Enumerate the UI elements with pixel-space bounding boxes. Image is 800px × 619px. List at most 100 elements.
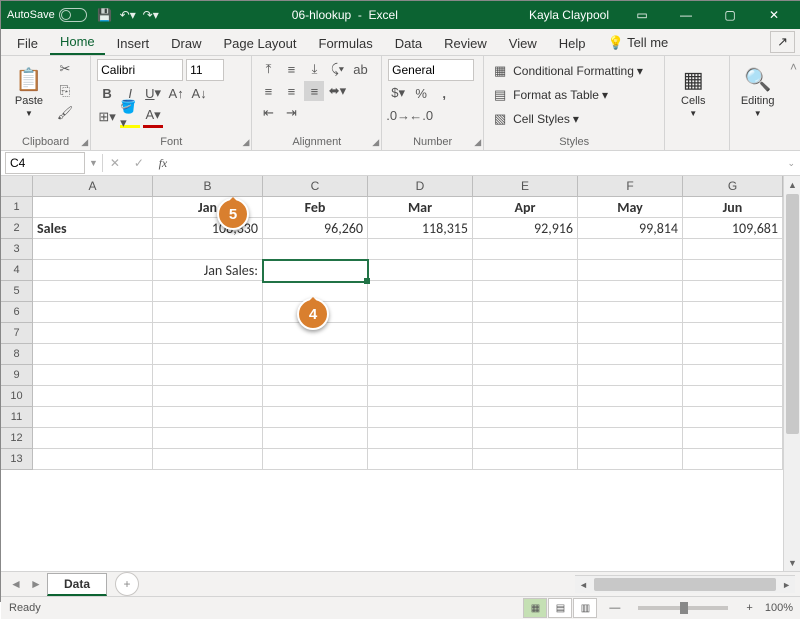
grow-font-icon[interactable]: A↑ (166, 83, 186, 103)
cell[interactable] (33, 344, 153, 365)
bold-icon[interactable]: B (97, 83, 117, 103)
cell[interactable] (578, 344, 683, 365)
minimize-button[interactable]: — (665, 1, 707, 29)
tab-help[interactable]: Help (549, 32, 596, 55)
number-format-select[interactable] (388, 59, 474, 81)
zoom-in-button[interactable]: + (746, 602, 752, 614)
copy-icon[interactable]: ⎘ (55, 81, 75, 101)
tab-formulas[interactable]: Formulas (309, 32, 383, 55)
page-layout-view-button[interactable]: ▤ (548, 598, 572, 618)
row-header[interactable]: 2 (1, 218, 33, 239)
sheet-nav-next-icon[interactable]: ► (27, 577, 45, 591)
cell[interactable] (263, 449, 368, 470)
cell[interactable] (578, 407, 683, 428)
cell[interactable] (473, 386, 578, 407)
cell[interactable] (473, 428, 578, 449)
redo-icon[interactable]: ↷▾ (141, 5, 161, 25)
cell[interactable] (153, 323, 263, 344)
cell[interactable] (578, 239, 683, 260)
cell[interactable] (683, 407, 783, 428)
cell[interactable] (153, 281, 263, 302)
percent-icon[interactable]: % (411, 83, 431, 103)
cell[interactable] (33, 365, 153, 386)
font-color-icon[interactable]: A▾ (143, 105, 163, 128)
sheet-tab[interactable]: Data (47, 573, 107, 596)
cell[interactable]: 92,916 (473, 218, 578, 239)
row-header[interactable]: 6 (1, 302, 33, 323)
col-header[interactable]: F (578, 176, 683, 197)
expand-formula-bar-icon[interactable]: ⌄ (787, 158, 795, 169)
cell[interactable] (368, 239, 473, 260)
cell[interactable] (683, 344, 783, 365)
cell[interactable] (263, 365, 368, 386)
cell[interactable] (368, 323, 473, 344)
align-bottom-icon[interactable]: ⤓ (304, 59, 324, 79)
cell[interactable] (578, 365, 683, 386)
zoom-slider[interactable] (638, 606, 728, 610)
cell[interactable] (368, 260, 473, 281)
editing-button[interactable]: 🔍Editing▼ (736, 59, 780, 125)
cell[interactable] (33, 281, 153, 302)
align-middle-icon[interactable]: ≡ (281, 59, 301, 79)
cell[interactable] (578, 281, 683, 302)
row-header[interactable]: 11 (1, 407, 33, 428)
font-launcher[interactable]: ◢ (243, 137, 250, 148)
row-header[interactable]: 13 (1, 449, 33, 470)
cell[interactable] (683, 428, 783, 449)
cell[interactable] (473, 260, 578, 281)
cell[interactable] (153, 428, 263, 449)
close-button[interactable]: ✕ (753, 1, 795, 29)
cell[interactable] (683, 386, 783, 407)
cell[interactable]: May (578, 197, 683, 218)
row-header[interactable]: 1 (1, 197, 33, 218)
cell[interactable] (153, 449, 263, 470)
cell-styles-button[interactable]: ▧Cell Styles▾ (490, 109, 643, 129)
cell[interactable] (683, 302, 783, 323)
borders-icon[interactable]: ⊞▾ (97, 107, 117, 127)
shrink-font-icon[interactable]: A↓ (189, 83, 209, 103)
font-size-select[interactable] (186, 59, 224, 81)
cell-selected[interactable] (263, 260, 368, 282)
cell[interactable] (263, 386, 368, 407)
inc-decimal-icon[interactable]: .0→ (388, 105, 408, 125)
cell[interactable]: 109,681 (683, 218, 783, 239)
col-header[interactable]: B (153, 176, 263, 197)
cell[interactable] (473, 344, 578, 365)
normal-view-button[interactable]: ▦ (523, 598, 547, 618)
ribbon-options-icon[interactable]: ▭ (621, 1, 663, 29)
cell[interactable] (263, 407, 368, 428)
align-top-icon[interactable]: ⤒ (258, 59, 278, 79)
autosave-toggle[interactable]: AutoSave (7, 8, 87, 22)
cell[interactable] (368, 449, 473, 470)
tab-review[interactable]: Review (434, 32, 497, 55)
select-all-corner[interactable] (1, 176, 33, 197)
cell[interactable] (33, 239, 153, 260)
align-right-icon[interactable]: ≡ (304, 81, 324, 101)
dec-indent-icon[interactable]: ⇤ (258, 103, 278, 123)
save-icon[interactable]: 💾 (95, 5, 115, 25)
cell[interactable] (368, 407, 473, 428)
cell[interactable] (368, 428, 473, 449)
row-header[interactable]: 4 (1, 260, 33, 281)
clipboard-launcher[interactable]: ◢ (81, 137, 88, 148)
alignment-launcher[interactable]: ◢ (372, 137, 379, 148)
cell[interactable] (153, 365, 263, 386)
horizontal-scrollbar[interactable]: ◄ ► (575, 575, 795, 593)
cell[interactable] (683, 323, 783, 344)
comma-icon[interactable]: , (434, 83, 454, 103)
number-launcher[interactable]: ◢ (474, 137, 481, 148)
cell[interactable] (473, 239, 578, 260)
cell[interactable]: Sales (33, 218, 153, 239)
tab-file[interactable]: File (7, 32, 48, 55)
cell[interactable] (153, 386, 263, 407)
cell[interactable]: 118,315 (368, 218, 473, 239)
cell[interactable] (683, 365, 783, 386)
tab-data[interactable]: Data (385, 32, 432, 55)
cell[interactable]: Mar (368, 197, 473, 218)
tab-home[interactable]: Home (50, 30, 105, 55)
cell[interactable] (153, 239, 263, 260)
maximize-button[interactable]: ▢ (709, 1, 751, 29)
align-left-icon[interactable]: ≡ (258, 81, 278, 101)
cell[interactable] (473, 302, 578, 323)
cell[interactable] (153, 302, 263, 323)
